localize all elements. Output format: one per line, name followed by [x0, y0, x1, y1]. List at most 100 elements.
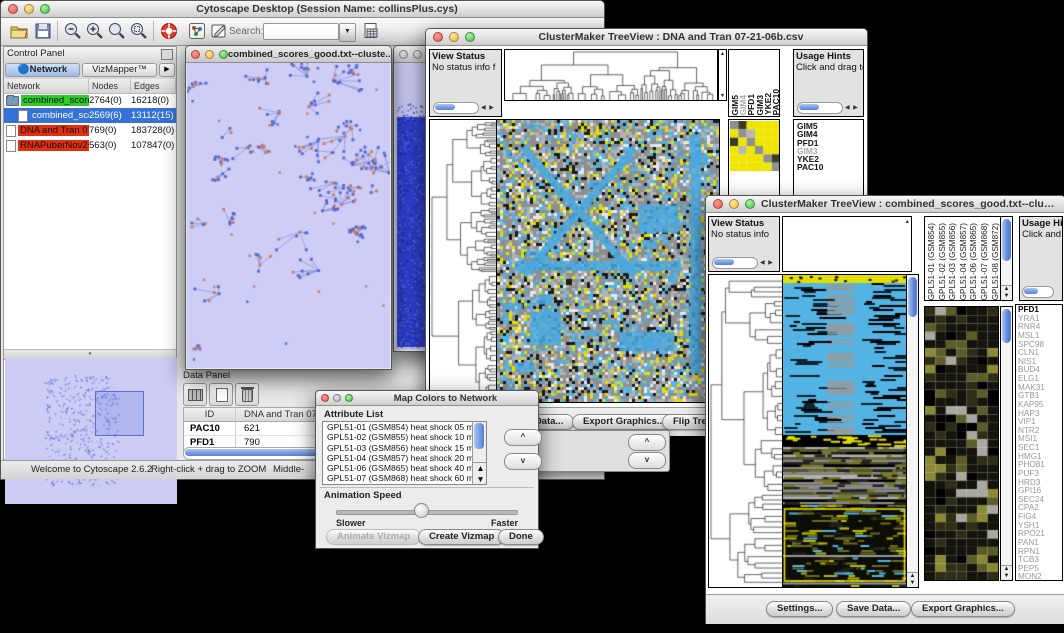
- create-vizmap-button[interactable]: Create Vizmap: [418, 529, 505, 545]
- close-button[interactable]: [191, 50, 200, 59]
- attribute-list-item[interactable]: GPL51-06 (GSM865) heat shock 40 min: [325, 463, 486, 473]
- tv2-status-scrollbar[interactable]: ◀ ▶: [712, 257, 774, 268]
- save-icon[interactable]: [33, 21, 53, 41]
- slider-thumb[interactable]: [414, 503, 429, 518]
- zoom-out-icon[interactable]: [63, 21, 83, 41]
- scrollbar-thumb[interactable]: [474, 423, 484, 449]
- zoom-in-icon[interactable]: [85, 21, 105, 41]
- network-row[interactable]: combined_sco2569(6)13112(15): [4, 108, 176, 123]
- new-attribute-button[interactable]: [209, 383, 233, 406]
- attribute-list[interactable]: GPL51-01 (GSM854) heat shock 05 minGPL51…: [322, 421, 487, 485]
- attribute-list-item[interactable]: GPL51-07 (GSM868) heat shock 60 min: [325, 473, 486, 483]
- status-hint-pan: Middle-: [273, 464, 304, 475]
- tab-network[interactable]: 🔵Network: [5, 63, 80, 77]
- tv1-row-label: PAC10: [797, 163, 863, 171]
- minimize-button[interactable]: [205, 50, 214, 59]
- minimize-button[interactable]: [413, 50, 422, 59]
- tv2-heatmap[interactable]: [782, 274, 907, 588]
- tv1-col-scroll-strip[interactable]: ▲ ▼: [718, 49, 727, 101]
- close-button[interactable]: [321, 394, 329, 402]
- network-row[interactable]: combined_scores2764(0)16218(0): [4, 93, 176, 108]
- trash-icon: [242, 389, 253, 402]
- import-table-icon[interactable]: [361, 21, 381, 41]
- done-button[interactable]: Done: [498, 529, 544, 545]
- move-up-button[interactable]: ^: [628, 434, 666, 451]
- tab-vizmapper[interactable]: VizMapper™: [82, 63, 157, 77]
- window-controls: [321, 394, 353, 402]
- zoom-button[interactable]: [745, 199, 755, 209]
- attribute-down-button[interactable]: v: [504, 453, 542, 470]
- zoom-button[interactable]: [345, 394, 353, 402]
- main-titlebar[interactable]: Cytoscape Desktop (Session Name: collins…: [1, 1, 604, 18]
- tv2-row-dendro-canvas: [709, 275, 782, 587]
- tv1-column-dendrogram[interactable]: [504, 49, 718, 101]
- export-graphics----button[interactable]: Export Graphics...: [572, 414, 676, 430]
- network-titlebar[interactable]: combined_scores_good.txt--cluste...: [186, 46, 391, 63]
- tv1-heatmap-canvas: [497, 120, 719, 402]
- treeview1-titlebar[interactable]: ClusterMaker TreeView : DNA and Tran 07-…: [426, 29, 867, 46]
- minimize-button[interactable]: [449, 32, 459, 42]
- zoom-button[interactable]: [219, 50, 228, 59]
- tv2-collabel-scrollbar[interactable]: ▲▼: [1000, 216, 1013, 301]
- search-dropdown-arrow[interactable]: ▼: [339, 23, 356, 42]
- attribute-list-item[interactable]: GPL51-01 (GSM854) heat shock 05 min: [325, 422, 486, 432]
- settings----button[interactable]: Settings...: [766, 601, 833, 617]
- search-input[interactable]: [263, 23, 339, 40]
- tv2-global-view[interactable]: ▲: [782, 216, 912, 272]
- select-attributes-button[interactable]: [183, 383, 207, 406]
- network-canvas-area[interactable]: [187, 63, 390, 368]
- treeview2-titlebar[interactable]: ClusterMaker TreeView : combined_scores_…: [706, 196, 1064, 213]
- treeview1-title: ClusterMaker TreeView : DNA and Tran 07-…: [475, 31, 867, 43]
- export-graphics----button[interactable]: Export Graphics...: [911, 601, 1015, 617]
- network-row[interactable]: DNA and Tran 07769(0)183728(0): [4, 123, 176, 138]
- animate-vizmap-button[interactable]: Animate Vizmap: [326, 529, 421, 545]
- tv2-heatmap-scrollbar[interactable]: ▲▼: [906, 274, 919, 588]
- zoom-button[interactable]: [40, 4, 50, 14]
- tv2-row-dendrogram[interactable]: [708, 274, 783, 588]
- close-button[interactable]: [8, 4, 18, 14]
- minimize-button[interactable]: [729, 199, 739, 209]
- tv2-gene-label: MON2: [1018, 573, 1062, 581]
- attribute-list-scrollbar[interactable]: ▲▼: [472, 422, 486, 484]
- network-nodes-count: 2764(0): [89, 95, 131, 106]
- attribute-list-item[interactable]: GPL51-04 (GSM857) heat shock 20 min: [325, 453, 486, 463]
- network-name: DNA and Tran 07: [18, 125, 89, 136]
- tv2-hints-scrollbar[interactable]: [1022, 286, 1054, 297]
- tv2-detail-scrollbar[interactable]: ▲▼: [1000, 306, 1013, 581]
- attribute-list-item[interactable]: GPL51-03 (GSM856) heat shock 15 min: [325, 443, 486, 453]
- birdseye-view[interactable]: [5, 358, 175, 458]
- scrollbar-arrows[interactable]: ▲▼: [473, 462, 486, 484]
- tv2-detail-heatmap[interactable]: [924, 306, 999, 581]
- help-lifesaver-icon[interactable]: [159, 21, 179, 41]
- tv1-hints-scrollbar[interactable]: ◀ ▶: [797, 102, 859, 113]
- minimize-button[interactable]: [24, 4, 34, 14]
- close-button[interactable]: [713, 199, 723, 209]
- network-row[interactable]: RNAPuberNov2+563(0)107847(0): [4, 138, 176, 153]
- attribute-up-button[interactable]: ^: [504, 429, 542, 446]
- tv1-heatmap[interactable]: [496, 119, 720, 403]
- close-button[interactable]: [399, 50, 408, 59]
- tv1-status-scrollbar[interactable]: ◀ ▶: [433, 102, 495, 113]
- close-button[interactable]: [433, 32, 443, 42]
- zoom-selected-icon[interactable]: [129, 21, 149, 41]
- tv1-view-status-panel: View StatusNo status info f ◀ ▶: [429, 49, 502, 117]
- minimize-button[interactable]: [333, 394, 341, 402]
- birdseye-viewport-rect[interactable]: [95, 391, 144, 436]
- annotation-icon[interactable]: [209, 21, 229, 41]
- network-canvas: [187, 63, 390, 368]
- tab-overflow-arrow[interactable]: ▶: [159, 63, 175, 77]
- float-panel-icon[interactable]: [161, 49, 173, 60]
- attribute-list-item[interactable]: GPL51-02 (GSM855) heat shock 10 min: [325, 432, 486, 442]
- delete-attribute-button[interactable]: [235, 383, 259, 406]
- network-import-icon[interactable]: [187, 21, 207, 41]
- status-hint-zoom: Right-click + drag to ZOOM: [151, 464, 266, 475]
- save-data----button[interactable]: Save Data...: [836, 601, 911, 617]
- open-icon[interactable]: [9, 21, 29, 41]
- tv1-col-label: PAC10: [772, 89, 780, 115]
- zoom-fit-icon[interactable]: [107, 21, 127, 41]
- tv1-row-dendrogram[interactable]: [429, 119, 497, 403]
- treeview2-window: ClusterMaker TreeView : combined_scores_…: [705, 195, 1064, 624]
- dialog-titlebar[interactable]: Map Colors to Network: [316, 391, 538, 406]
- zoom-button[interactable]: [465, 32, 475, 42]
- move-down-button[interactable]: v: [628, 452, 666, 469]
